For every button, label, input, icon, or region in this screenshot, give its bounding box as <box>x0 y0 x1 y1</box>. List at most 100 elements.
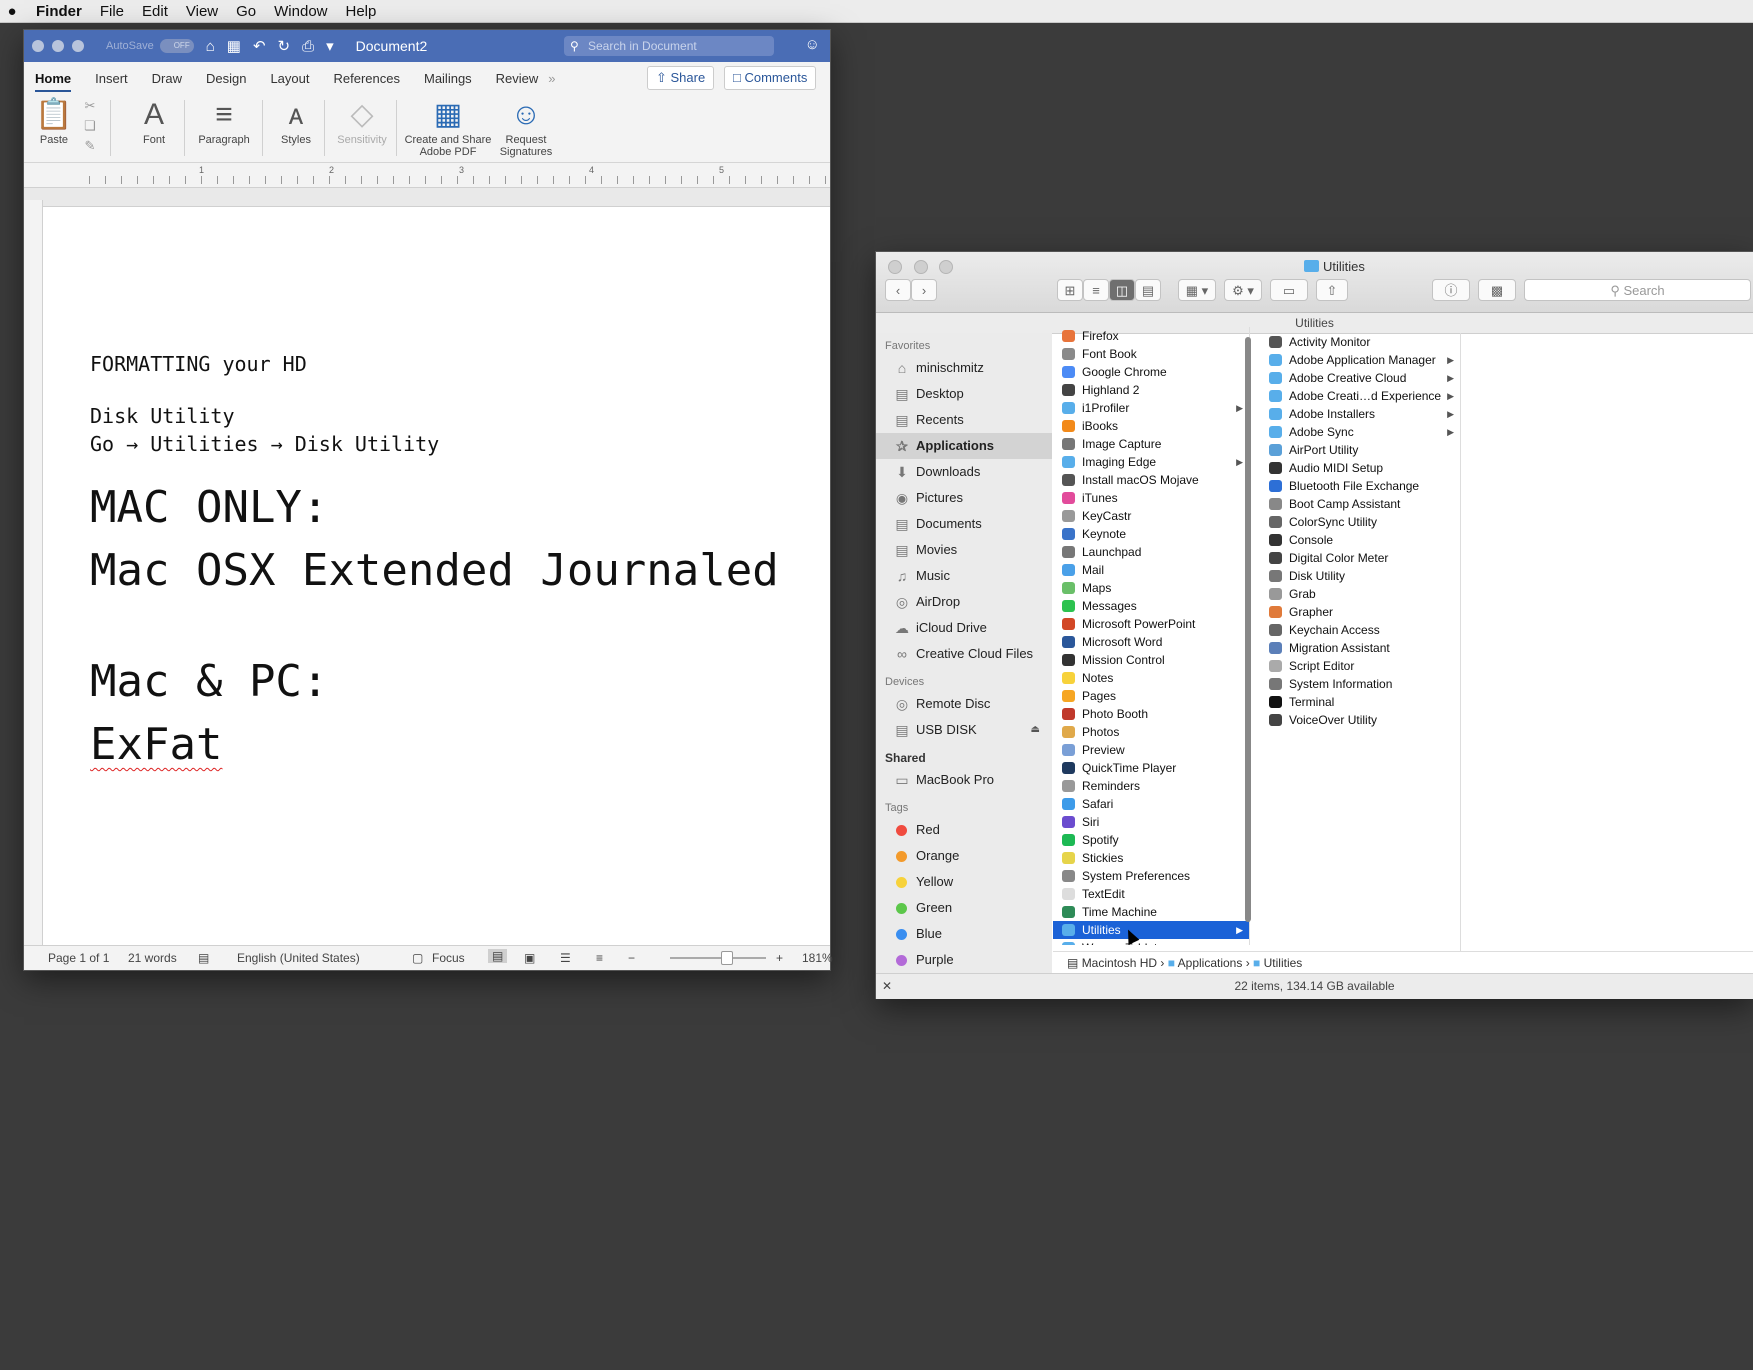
list-item[interactable]: Adobe Creati…d Experience ▶ <box>1260 387 1460 405</box>
list-item[interactable]: Adobe Creative Cloud ▶ <box>1260 369 1460 387</box>
list-item[interactable]: TextEdit <box>1053 885 1249 903</box>
redo-icon[interactable]: ↻ <box>278 37 291 55</box>
list-item[interactable]: Keynote <box>1053 525 1249 543</box>
tab-mailings[interactable]: Mailings <box>424 71 472 92</box>
column-view-icon[interactable]: ◫ <box>1109 279 1135 301</box>
sidebar-item-icloud-drive[interactable]: ☁ iCloud Drive <box>876 615 1052 641</box>
list-item[interactable]: Photo Booth <box>1053 705 1249 723</box>
zoom-button[interactable] <box>72 40 84 52</box>
minimize-button[interactable] <box>913 260 928 274</box>
utilities-column[interactable]: Activity Monitor Adobe Application Manage… <box>1260 333 1461 951</box>
connect-server-icon[interactable]: ▩ <box>1478 279 1516 301</box>
proofing-icon[interactable]: ▤ <box>198 951 209 965</box>
sidebar-item-home[interactable]: ⌂ minischmitz <box>876 355 1052 381</box>
search-in-document-input[interactable]: ⚲ Search in Document <box>564 36 774 56</box>
list-item[interactable]: Microsoft Word <box>1053 633 1249 651</box>
zoom-level[interactable]: 181% <box>802 951 833 965</box>
group-by-icon[interactable]: ▦ ▾ <box>1178 279 1216 301</box>
focus-label[interactable]: Focus <box>432 951 465 965</box>
applications-column[interactable]: Firefox Font Book Google Chrome Highland 2 i… <box>1053 327 1250 945</box>
menu-window[interactable]: Window <box>274 3 327 20</box>
sidebar-item-creative-cloud-files[interactable]: ∞ Creative Cloud Files <box>876 641 1052 667</box>
more-tabs-icon[interactable]: » <box>548 71 555 92</box>
list-item[interactable]: Launchpad <box>1053 543 1249 561</box>
save-icon[interactable]: ▦ <box>227 37 241 55</box>
column-scrollbar[interactable] <box>1245 337 1251 922</box>
list-item[interactable]: Console <box>1260 531 1460 549</box>
vertical-ruler[interactable] <box>24 200 43 958</box>
list-item[interactable]: Grab <box>1260 585 1460 603</box>
tab-references[interactable]: References <box>334 71 400 92</box>
list-item[interactable]: Adobe Installers ▶ <box>1260 405 1460 423</box>
tab-home[interactable]: Home <box>35 71 72 92</box>
styles-button[interactable]: ᴀ Styles <box>274 96 318 146</box>
list-item[interactable]: Highland 2 <box>1053 381 1249 399</box>
list-item[interactable]: KeyCastr <box>1053 507 1249 525</box>
eject-icon[interactable]: ⏏ <box>1031 717 1040 743</box>
list-item[interactable]: Spotify <box>1053 831 1249 849</box>
sensitivity-button[interactable]: ◇ Sensitivity <box>334 96 390 146</box>
list-item[interactable]: Disk Utility <box>1260 567 1460 585</box>
sidebar-item-pictures[interactable]: ◉ Pictures <box>876 485 1052 511</box>
list-view-icon[interactable]: ≡ <box>1083 279 1109 301</box>
info-icon[interactable]: ⓘ <box>1432 279 1470 301</box>
list-item[interactable]: ColorSync Utility <box>1260 513 1460 531</box>
list-item[interactable]: Google Chrome <box>1053 363 1249 381</box>
list-item[interactable]: Stickies <box>1053 849 1249 867</box>
list-item[interactable]: Photos <box>1053 723 1249 741</box>
print-icon[interactable]: ⎙ <box>302 38 314 55</box>
home-icon[interactable]: ⌂ <box>206 38 215 55</box>
document-body[interactable]: FORMATTING your HD Disk Utility Go → Uti… <box>90 352 779 770</box>
comments-button[interactable]: □ Comments <box>724 66 817 90</box>
print-layout-icon[interactable]: ▤ <box>488 949 508 963</box>
close-button[interactable] <box>888 260 902 274</box>
paragraph-button[interactable]: ≡ Paragraph <box>194 96 254 146</box>
list-item[interactable]: Image Capture <box>1053 435 1249 453</box>
sidebar-item-music[interactable]: ♫ Music <box>876 563 1052 589</box>
list-item[interactable]: Boot Camp Assistant <box>1260 495 1460 513</box>
tab-review[interactable]: Review <box>496 71 539 92</box>
list-item[interactable]: Migration Assistant <box>1260 639 1460 657</box>
feedback-smiley-icon[interactable]: ☺ <box>805 36 820 53</box>
undo-icon[interactable]: ↶ <box>253 37 266 55</box>
list-item[interactable]: Pages <box>1053 687 1249 705</box>
sidebar-item-downloads[interactable]: ⬇ Downloads <box>876 459 1052 485</box>
list-item[interactable]: System Information <box>1260 675 1460 693</box>
autosave-toggle[interactable]: OFF <box>159 39 194 53</box>
list-item[interactable]: Maps <box>1053 579 1249 597</box>
language-label[interactable]: English (United States) <box>237 951 360 965</box>
path-item[interactable]: Applications <box>1178 956 1243 970</box>
list-item[interactable]: Adobe Application Manager ▶ <box>1260 351 1460 369</box>
customize-toolbar-icon[interactable]: ▾ <box>326 37 334 55</box>
format-painter-icon[interactable]: ✎ <box>80 136 100 156</box>
list-item[interactable]: Siri <box>1053 813 1249 831</box>
sidebar-tag-red[interactable]: Red <box>876 817 1052 843</box>
word-count[interactable]: 21 words <box>128 951 177 965</box>
list-item[interactable]: Mission Control <box>1053 651 1249 669</box>
list-item[interactable]: Activity Monitor <box>1260 333 1460 351</box>
gallery-view-icon[interactable]: ▤ <box>1135 279 1161 301</box>
list-item[interactable]: Firefox <box>1053 327 1249 345</box>
action-gear-icon[interactable]: ⚙ ▾ <box>1224 279 1262 301</box>
list-item[interactable]: Reminders <box>1053 777 1249 795</box>
menu-file[interactable]: File <box>100 3 124 20</box>
list-item[interactable]: Terminal <box>1260 693 1460 711</box>
cut-icon[interactable]: ✂ <box>80 96 100 116</box>
copy-icon[interactable]: ❏ <box>80 116 100 136</box>
share-icon[interactable]: ⇧ <box>1316 279 1348 301</box>
zoom-in-icon[interactable]: + <box>776 951 783 965</box>
list-item[interactable]: Imaging Edge ▶ <box>1053 453 1249 471</box>
list-item[interactable]: Mail <box>1053 561 1249 579</box>
tab-insert[interactable]: Insert <box>95 71 128 92</box>
list-item[interactable]: AirPort Utility <box>1260 441 1460 459</box>
outline-icon[interactable]: ☰ <box>560 951 571 965</box>
list-item[interactable]: Font Book <box>1053 345 1249 363</box>
minimize-button[interactable] <box>52 40 64 52</box>
sidebar-item-movies[interactable]: ▤ Movies <box>876 537 1052 563</box>
close-status-icon[interactable]: ✕ <box>882 974 892 998</box>
tab-design[interactable]: Design <box>206 71 246 92</box>
zoom-out-icon[interactable]: − <box>628 951 635 965</box>
horizontal-ruler[interactable]: 1 2 3 4 5 <box>24 163 830 188</box>
sidebar-tag-purple[interactable]: Purple <box>876 947 1052 973</box>
list-item[interactable]: Audio MIDI Setup <box>1260 459 1460 477</box>
